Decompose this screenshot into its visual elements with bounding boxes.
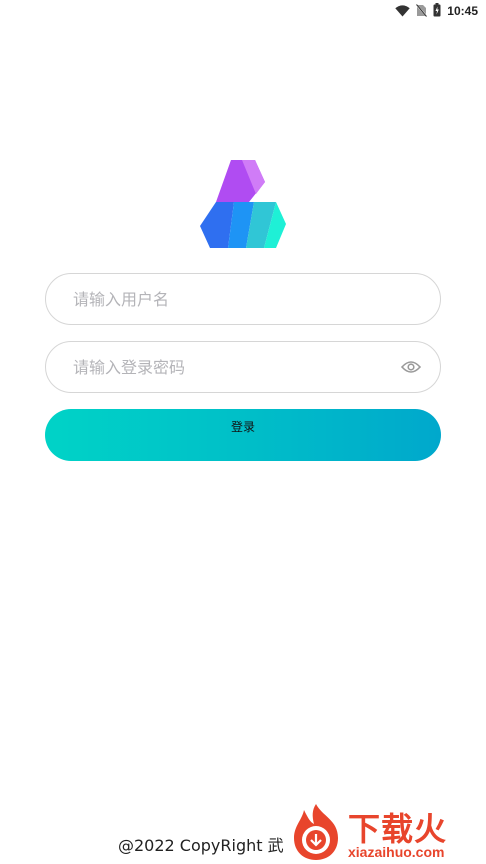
login-button[interactable]: 登录 (45, 409, 441, 461)
app-logo (198, 158, 288, 250)
status-time: 10:45 (447, 4, 478, 18)
login-screen: 10:45 登录 @2022 CopyRight 武 (0, 0, 486, 864)
username-input[interactable] (73, 289, 422, 309)
watermark-logo: 下载火 xiazaihuo.com (286, 800, 486, 864)
username-field[interactable] (45, 273, 441, 325)
status-bar: 10:45 (0, 0, 486, 22)
wifi-icon (395, 2, 410, 21)
eye-icon[interactable] (400, 356, 422, 378)
copyright-text: @2022 CopyRight 武 (118, 836, 284, 855)
watermark-url: xiazaihuo.com (348, 844, 445, 860)
no-sim-icon (415, 2, 428, 21)
flame-icon (294, 804, 338, 860)
password-input[interactable] (73, 357, 400, 377)
password-field[interactable] (45, 341, 441, 393)
battery-icon (433, 2, 441, 21)
